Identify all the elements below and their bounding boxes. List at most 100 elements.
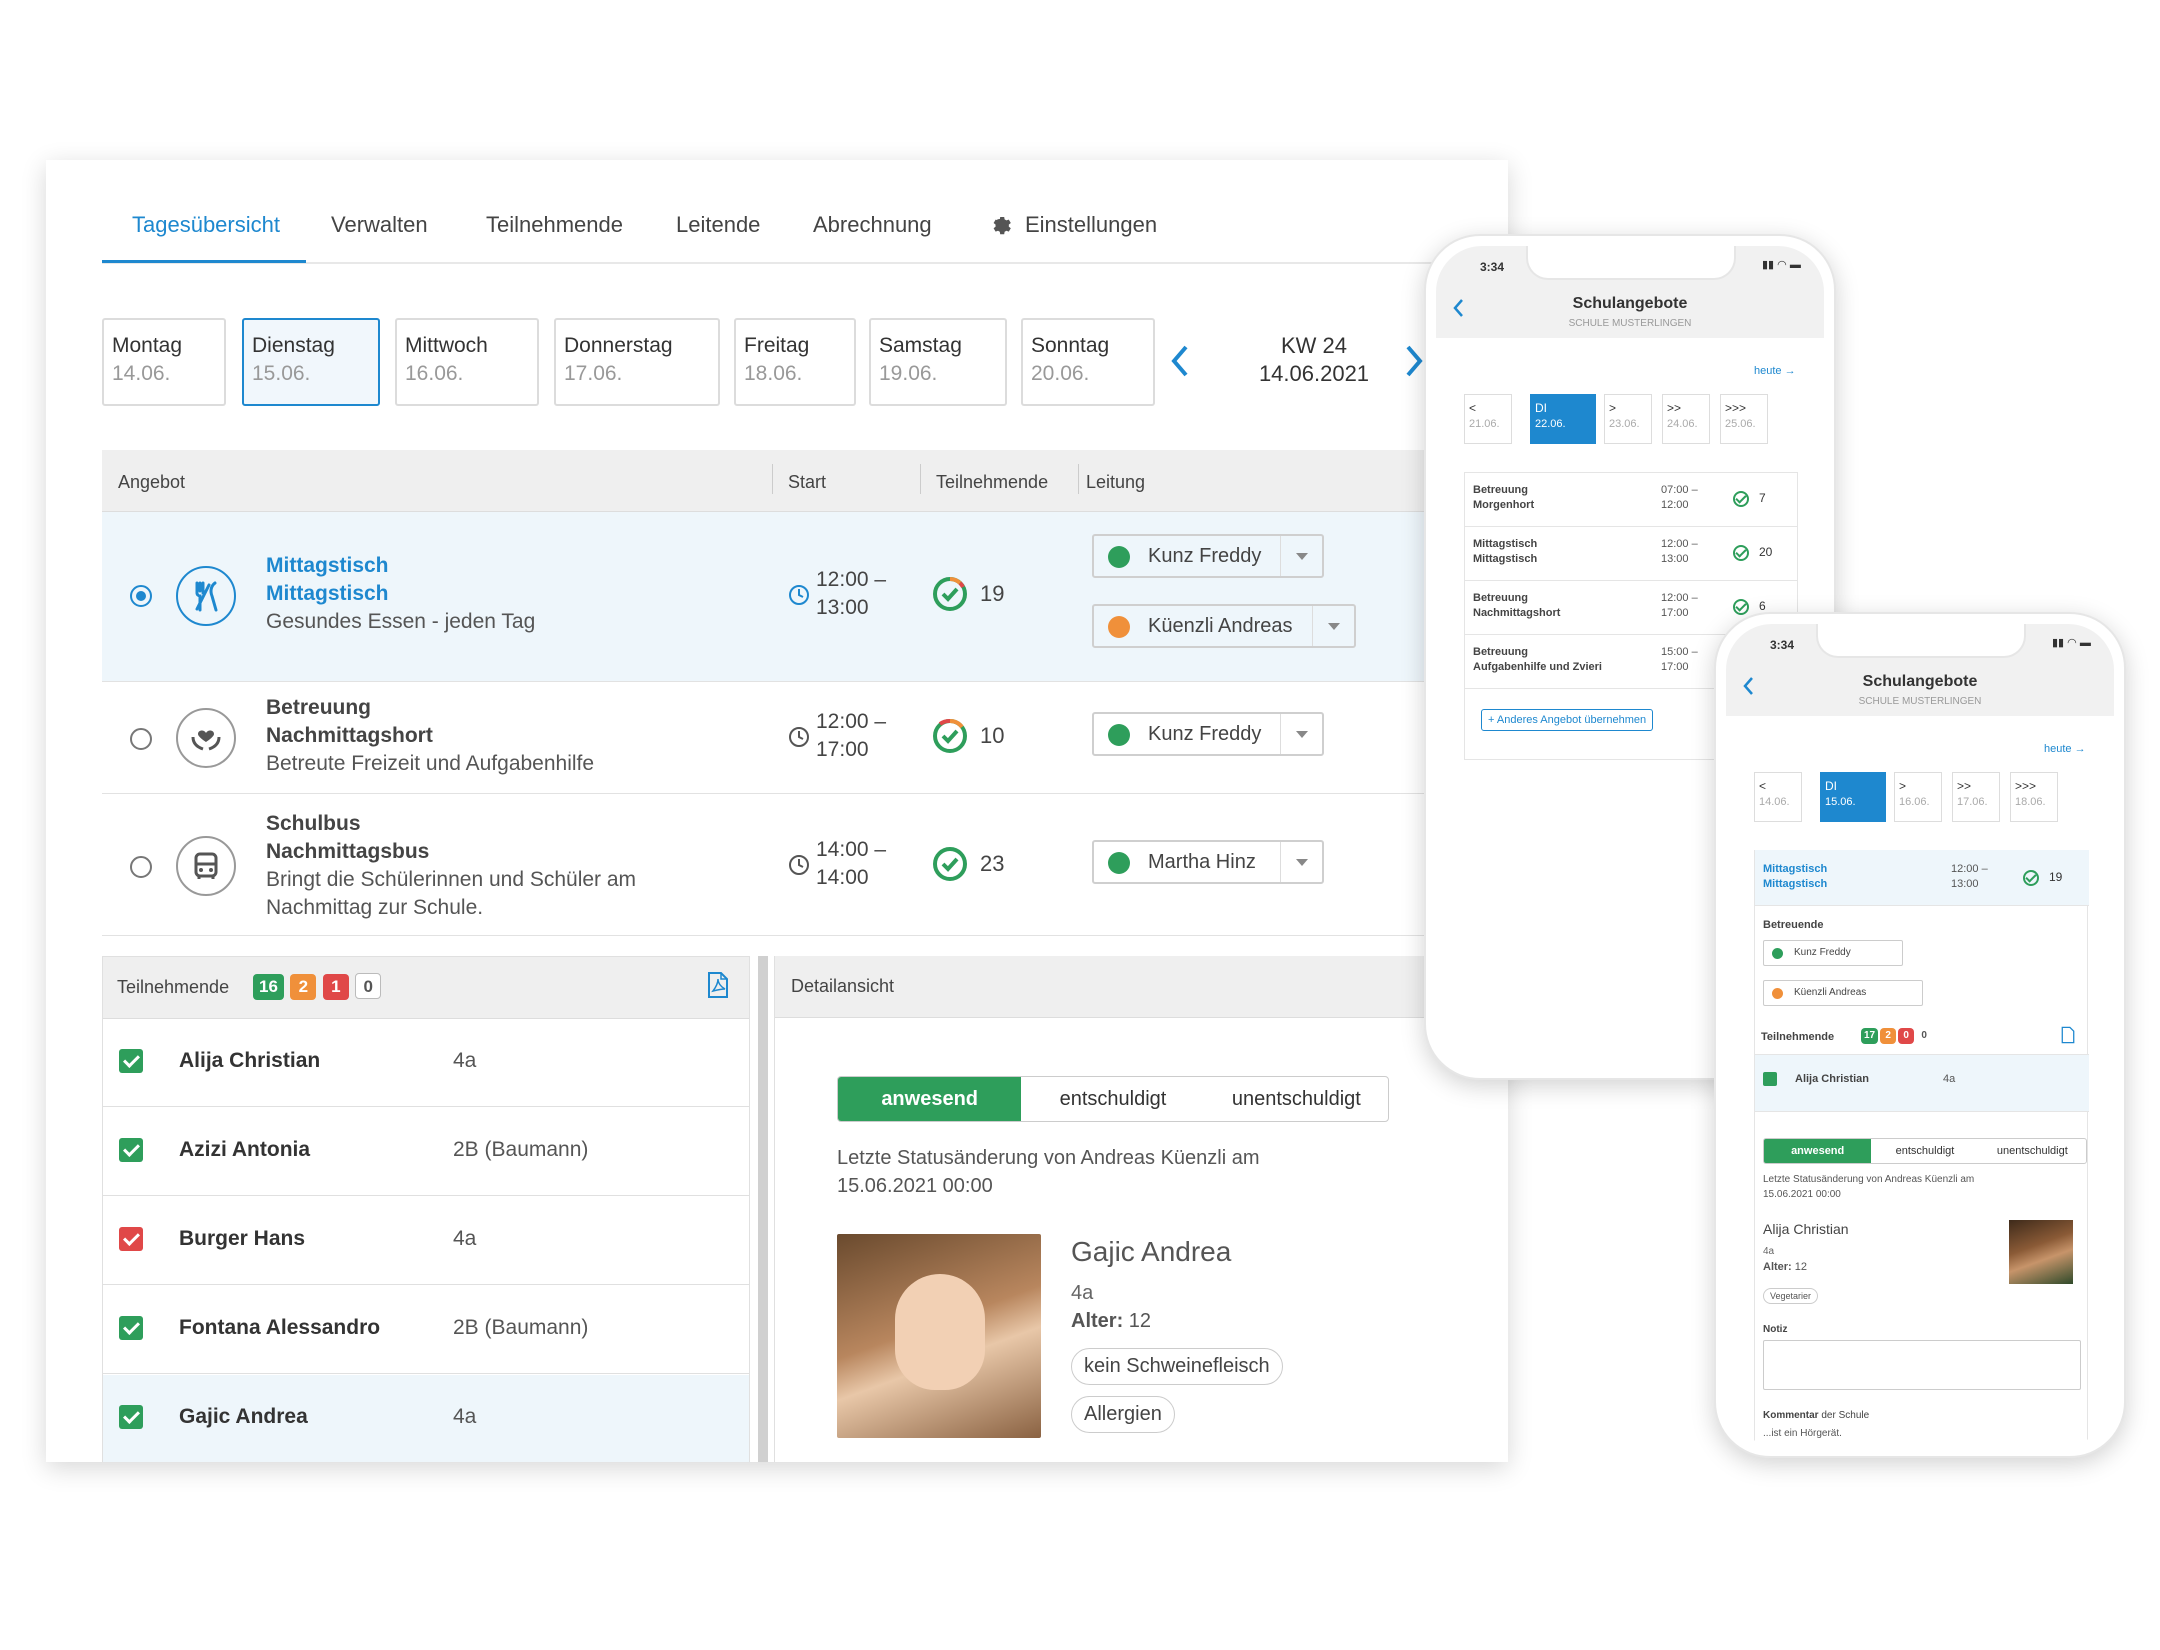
status-unentschuldigt[interactable]: unentschuldigt <box>1979 1139 2086 1163</box>
mobile-day[interactable]: >16.06. <box>1894 772 1942 822</box>
mobile-offer-row[interactable]: Mittagstisch Mittagstisch 12:00 – 13:00 20 <box>1465 527 1797 581</box>
today-link[interactable]: heute → <box>1754 364 1796 379</box>
offer-title[interactable]: Mittagstisch <box>266 552 389 580</box>
mobile-day[interactable]: >> 17.06. <box>1952 772 2000 822</box>
status-entschuldigt[interactable]: entschuldigt <box>1021 1077 1204 1121</box>
check-circle-icon <box>2023 870 2039 886</box>
offer-subtitle[interactable]: Nachmittagshort <box>266 722 433 750</box>
panel-scrollbar[interactable] <box>758 956 768 1462</box>
note-input[interactable] <box>1763 1340 2081 1390</box>
offer-title[interactable]: Betreuung <box>266 694 371 722</box>
day-samstag[interactable]: Samstag 19.06. <box>869 318 1007 406</box>
mobile-offer-row[interactable]: Betreuung Morgenhort 07:00 – 12:00 7 <box>1465 473 1797 527</box>
header-leitung: Leitung <box>1086 472 1146 492</box>
tag-pill: kein Schweinefleisch <box>1071 1348 1283 1385</box>
mobile-day[interactable]: <21.06. <box>1464 394 1512 444</box>
day-arrow: < <box>1469 401 1477 415</box>
offer-subtitle[interactable]: Nachmittagsbus <box>266 838 429 866</box>
age-label: Alter: <box>1071 1310 1124 1332</box>
participant-row-selected[interactable]: Gajic Andrea 4a <box>103 1375 749 1462</box>
phone-notch <box>1526 246 1736 280</box>
checkbox[interactable] <box>119 1316 143 1340</box>
tab-abrechnung[interactable]: Abrechnung <box>813 212 932 238</box>
status-anwesend[interactable]: anwesend <box>1764 1139 1872 1163</box>
day-freitag[interactable]: Freitag 18.06. <box>734 318 856 406</box>
mobile-day[interactable]: >>> 25.06. <box>1720 394 1768 444</box>
participant-name: Alija Christian <box>1795 1073 1869 1085</box>
leader-select[interactable]: Küenzli Andreas <box>1092 604 1356 648</box>
participant-name: Burger Hans <box>179 1227 306 1250</box>
status-anwesend[interactable]: anwesend <box>838 1077 1022 1121</box>
checkbox[interactable] <box>119 1138 143 1162</box>
today-label: heute <box>2044 743 2072 755</box>
mobile-day-selected[interactable]: DI 22.06. <box>1530 394 1596 444</box>
offer-description: Bringt die Schülerinnen und Schüler am <box>266 868 637 891</box>
phone-subtitle: SCHULE MUSTERLINGEN <box>1858 696 1982 707</box>
age-value: 12 <box>1128 1310 1152 1332</box>
participant-row[interactable]: Azizi Antonia 2B (Baumann) <box>103 1108 749 1196</box>
status-segment[interactable]: anwesend entschuldigt unentschuldigt <box>837 1076 1389 1122</box>
participant-row[interactable]: Alija Christian 4a <box>103 1019 749 1107</box>
phone-mockup-2: 3:34 ▮▮ ◠ ▬ Schulangebote SCHULE MUSTERL… <box>1714 612 2126 1458</box>
offer-radio[interactable] <box>130 585 152 607</box>
status-time: 3:34 <box>1770 638 1795 652</box>
leader-select[interactable]: Kunz Freddy <box>1092 712 1324 756</box>
pdf-icon[interactable] <box>707 971 729 999</box>
mobile-day-selected[interactable]: DI 15.06. <box>1820 772 1886 822</box>
mobile-day[interactable]: >> 24.06. <box>1662 394 1710 444</box>
day-name: Freitag <box>744 334 810 357</box>
offer-radio[interactable] <box>130 856 152 878</box>
day-mittwoch[interactable]: Mittwoch 16.06. <box>395 318 539 406</box>
offer-name: Betreuung Morgenhort <box>1473 483 1534 513</box>
participants-panel: Teilnehmende 16 2 1 0 Alija Christian 4a … <box>102 956 750 1462</box>
day-sonntag[interactable]: Sonntag 20.06. <box>1021 318 1155 406</box>
offer-title[interactable]: Schulbus <box>266 810 361 838</box>
mobile-day[interactable]: >23.06. <box>1604 394 1652 444</box>
take-over-offer-button[interactable]: + Anderes Angebot übernehmen <box>1481 709 1654 731</box>
leader-select[interactable]: Küenzli Andreas <box>1763 980 1923 1006</box>
offer-subtitle[interactable]: Mittagstisch <box>266 580 389 608</box>
offer-count: 10 <box>980 723 1005 748</box>
status-entschuldigt[interactable]: entschuldigt <box>1871 1139 1978 1163</box>
age-value: 12 <box>1794 1261 1808 1273</box>
checkbox[interactable] <box>119 1049 143 1073</box>
mobile-day[interactable]: >>> 18.06. <box>2010 772 2058 822</box>
time-start: 12:00 – <box>1661 592 1698 604</box>
dropdown-arrow-icon[interactable] <box>1280 536 1322 576</box>
tab-verwalten[interactable]: Verwalten <box>331 212 428 238</box>
participant-name: Alija Christian <box>179 1049 321 1072</box>
offer-radio[interactable] <box>130 728 152 750</box>
tab-teilnehmende[interactable]: Teilnehmende <box>486 212 623 238</box>
chevron-right-icon[interactable] <box>1404 344 1424 378</box>
dropdown-arrow-icon[interactable] <box>1280 842 1322 882</box>
status-unentschuldigt[interactable]: unentschuldigt <box>1205 1077 1388 1121</box>
leader-select[interactable]: Kunz Freddy <box>1763 940 1903 966</box>
checkbox[interactable] <box>1763 1072 1777 1086</box>
leader-select[interactable]: Martha Hinz <box>1092 840 1324 884</box>
mobile-day[interactable]: <14.06. <box>1754 772 1802 822</box>
tab-tagesuebersicht[interactable]: Tagesübersicht <box>132 212 280 238</box>
participant-row[interactable]: Burger Hans 4a <box>103 1197 749 1285</box>
dropdown-arrow-icon[interactable] <box>1280 714 1322 754</box>
tab-leitende[interactable]: Leitende <box>676 212 760 238</box>
status-segment[interactable]: anwesend entschuldigt unentschuldigt <box>1763 1138 2087 1164</box>
check-circle-icon <box>1733 599 1749 615</box>
dropdown-arrow-icon[interactable] <box>1312 606 1354 646</box>
day-montag[interactable]: Montag 14.06. <box>102 318 226 406</box>
participant-row[interactable]: Fontana Alessandro 2B (Baumann) <box>103 1286 749 1374</box>
checkbox[interactable] <box>119 1227 143 1251</box>
day-date: 20.06. <box>1031 362 1090 385</box>
pdf-icon[interactable] <box>2061 1026 2075 1044</box>
checkbox[interactable] <box>119 1405 143 1429</box>
active-tab-indicator <box>102 260 306 263</box>
day-donnerstag[interactable]: Donnerstag 17.06. <box>554 318 720 406</box>
day-arrow: < <box>1759 779 1767 793</box>
day-dienstag[interactable]: Dienstag 15.06. <box>242 318 380 406</box>
tab-einstellungen[interactable]: Einstellungen <box>1025 212 1157 238</box>
today-link[interactable]: heute → <box>2044 742 2086 757</box>
chevron-left-icon[interactable] <box>1170 344 1190 378</box>
day-name: Donnerstag <box>564 334 673 357</box>
leader-select[interactable]: Kunz Freddy <box>1092 534 1324 578</box>
badge-excused: 2 <box>1880 1028 1897 1044</box>
offer-name: Betreuung Nachmittagshort <box>1473 591 1560 621</box>
